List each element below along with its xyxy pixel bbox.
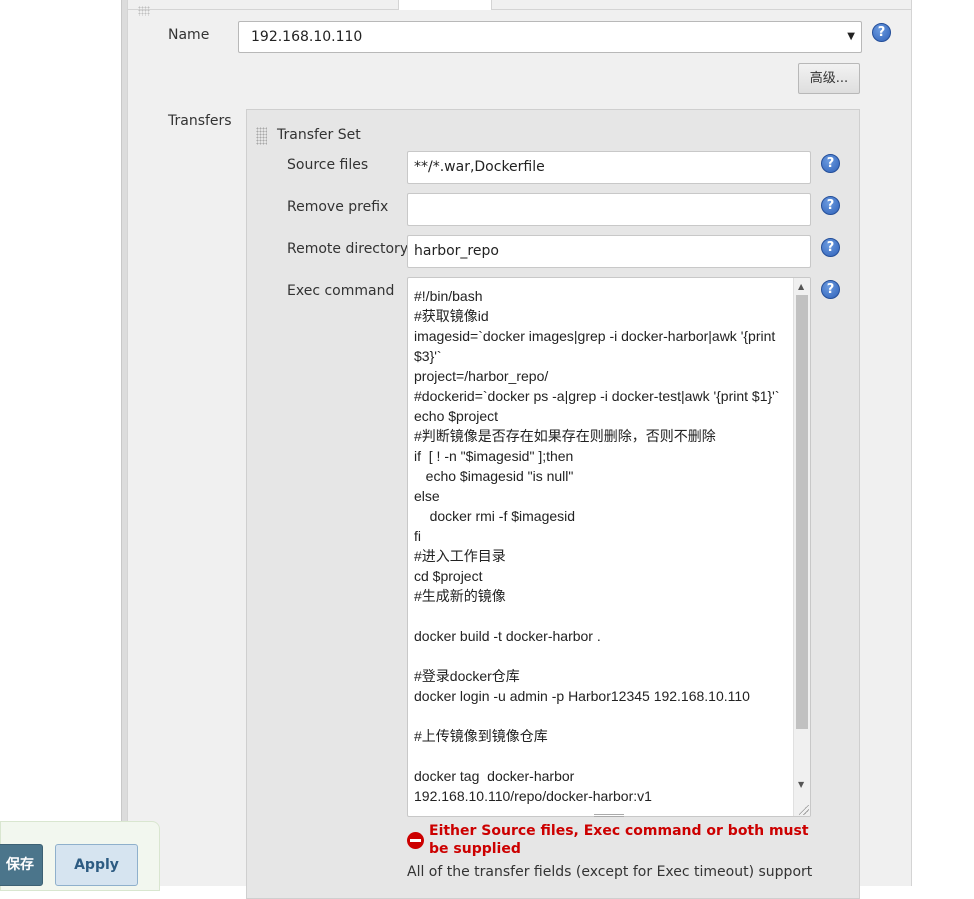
apply-button[interactable]: Apply — [55, 844, 138, 886]
server-name-select[interactable]: 192.168.10.110 ▼ — [238, 21, 862, 53]
textarea-scrollbar[interactable]: ▲ ▼ — [793, 278, 810, 816]
remove-prefix-input[interactable] — [407, 193, 811, 226]
save-button[interactable]: 保存 — [0, 844, 43, 886]
page-left-margin — [0, 0, 122, 886]
scroll-down-icon[interactable]: ▼ — [798, 780, 804, 789]
resize-handle-icon[interactable] — [799, 805, 809, 815]
drag-handle-icon[interactable] — [256, 127, 267, 145]
page-right-margin — [912, 0, 974, 886]
server-name-value: 192.168.10.110 — [251, 29, 363, 45]
exec-command-label: Exec command — [287, 283, 395, 299]
transfers-label: Transfers — [168, 113, 232, 129]
source-files-label: Source files — [287, 157, 369, 173]
help-icon[interactable]: ? — [821, 238, 840, 257]
help-icon[interactable]: ? — [821, 280, 840, 299]
scroll-up-icon[interactable]: ▲ — [798, 282, 804, 291]
exec-command-textarea[interactable]: #!/bin/bash #获取镜像id imagesid=`docker ima… — [407, 277, 811, 817]
help-icon[interactable]: ? — [821, 154, 840, 173]
exec-command-text: #!/bin/bash #获取镜像id imagesid=`docker ima… — [414, 288, 780, 804]
top-divider — [127, 9, 912, 10]
error-icon — [407, 832, 424, 849]
help-icon[interactable]: ? — [872, 23, 891, 42]
transfer-fields-info: All of the transfer fields (except for E… — [407, 864, 813, 880]
top-tab — [398, 0, 492, 10]
advanced-button[interactable]: 高级... — [798, 63, 860, 94]
remote-directory-label: Remote directory — [287, 241, 409, 257]
transfer-set-title: Transfer Set — [277, 127, 361, 143]
remote-directory-input[interactable]: harbor_repo — [407, 235, 811, 268]
scrollbar-thumb[interactable] — [796, 295, 808, 729]
validation-error: Either Source files, Exec command or bot… — [429, 823, 809, 857]
textarea-expand-handle[interactable] — [594, 814, 624, 817]
remove-prefix-label: Remove prefix — [287, 199, 389, 215]
server-name-label: Name — [168, 27, 210, 43]
source-files-input[interactable]: **/*.war,Dockerfile — [407, 151, 811, 184]
drag-handle-icon[interactable] — [138, 6, 150, 16]
chevron-down-icon: ▼ — [847, 31, 855, 42]
help-icon[interactable]: ? — [821, 196, 840, 215]
